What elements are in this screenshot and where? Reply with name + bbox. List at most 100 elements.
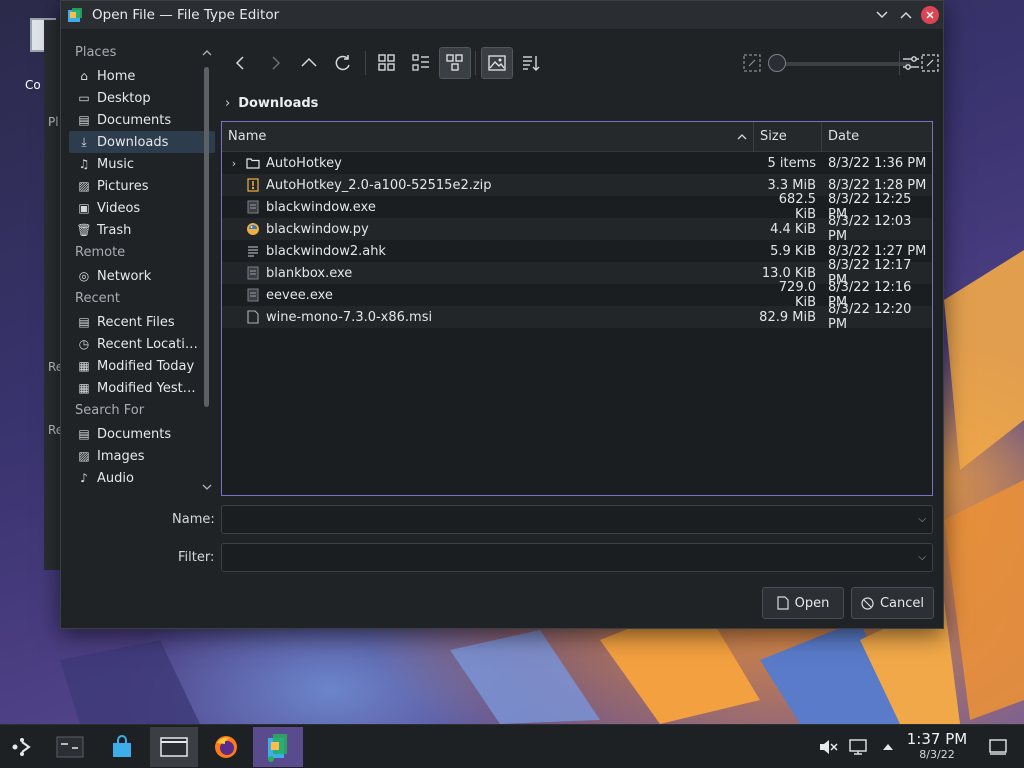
chevron-down-icon[interactable]: ⌵ xyxy=(918,552,926,563)
column-header-date[interactable]: Date xyxy=(822,122,932,152)
table-row[interactable]: › AutoHotkey 5 items 8/3/22 1:36 PM xyxy=(222,152,932,174)
file-size: 5.9 KiB xyxy=(770,243,816,259)
file-name-cell[interactable]: wine-mono-7.3.0-x86.msi xyxy=(222,310,754,325)
discover-taskbar-button[interactable] xyxy=(100,727,144,767)
zoom-slider-track[interactable] xyxy=(777,62,911,66)
maximize-button[interactable] xyxy=(897,6,915,24)
scrollbar-thumb[interactable] xyxy=(204,67,209,407)
file-name: wine-mono-7.3.0-x86.msi xyxy=(266,309,433,325)
sidebar-item-modified-yest[interactable]: ▦ Modified Yest… xyxy=(69,377,215,399)
file-manager-taskbar-button[interactable] xyxy=(150,727,198,767)
file-date: 8/3/22 12:03 PM xyxy=(828,214,912,244)
file-icon xyxy=(246,310,260,324)
file-date: 8/3/22 1:28 PM xyxy=(828,177,927,193)
chevron-up-icon xyxy=(883,744,893,750)
icons-view-button[interactable] xyxy=(371,47,403,79)
sidebar-item-trash[interactable]: 🗑 Trash xyxy=(69,219,215,241)
file-size: 682.5 KiB xyxy=(778,192,816,222)
sidebar-section-header: Recent xyxy=(75,291,120,306)
sidebar-item-label: Recent Files xyxy=(97,314,175,330)
sidebar-item-recent-locati[interactable]: ◷ Recent Locati… xyxy=(69,333,215,355)
file-date: 8/3/22 1:27 PM xyxy=(828,243,927,259)
sidebar-item-audio[interactable]: ♪ Audio xyxy=(69,467,215,489)
up-icon xyxy=(301,57,317,67)
filter-combo[interactable]: ⌵ xyxy=(221,543,933,572)
breadcrumb[interactable]: › Downloads xyxy=(225,94,318,112)
file-name-cell[interactable]: eevee.exe xyxy=(222,288,754,303)
archive-icon xyxy=(246,178,260,192)
up-button[interactable] xyxy=(293,47,325,79)
sidebar-item-videos[interactable]: ▣ Videos xyxy=(69,197,215,219)
chevron-down-icon[interactable]: ⌵ xyxy=(918,514,926,525)
sidebar-section-header: Places xyxy=(75,45,117,60)
forward-button[interactable] xyxy=(259,47,291,79)
sidebar-item-network[interactable]: ◎ Network xyxy=(69,265,215,287)
show-desktop-button[interactable] xyxy=(978,727,1018,767)
calendar-icon: ▦ xyxy=(78,381,90,395)
table-row[interactable]: wine-mono-7.3.0-x86.msi 82.9 MiB 8/3/22 … xyxy=(222,302,932,332)
sidebar-item-home[interactable]: ⌂ Home xyxy=(69,65,215,87)
file-size: 13.0 KiB xyxy=(761,265,816,281)
application-launcher[interactable] xyxy=(0,727,44,767)
preview-button[interactable] xyxy=(481,47,513,79)
column-date-label: Date xyxy=(828,129,860,144)
recent-files-icon: ▤ xyxy=(78,315,90,329)
title-bar[interactable]: Open File — File Type Editor xyxy=(61,1,943,30)
places-scrollbar[interactable] xyxy=(201,49,212,497)
digital-clock[interactable]: 1:37 PM 8/3/22 xyxy=(898,730,976,761)
file-type-editor-taskbar-button[interactable] xyxy=(253,727,303,767)
places-panel: Places ⌂ Home ▭ Desktop ▤ Documents ⤓ Downloads ♫… xyxy=(69,41,215,497)
name-label: Name: xyxy=(172,512,215,527)
file-name: blackwindow2.ahk xyxy=(266,243,386,259)
file-name: eevee.exe xyxy=(266,287,333,303)
taskbar: 1:37 PM 8/3/22 xyxy=(0,724,1024,768)
zoom-out-button[interactable] xyxy=(736,47,768,79)
sidebar-item-label: Music xyxy=(97,156,134,172)
clock-date: 8/3/22 xyxy=(919,748,955,761)
sidebar-section-header: Remote xyxy=(75,245,126,260)
options-button[interactable] xyxy=(895,47,927,79)
sidebar-item-pictures[interactable]: ▨ Pictures xyxy=(69,175,215,197)
breadcrumb-current[interactable]: Downloads xyxy=(238,96,318,111)
tree-view-icon xyxy=(446,54,463,71)
compact-view-button[interactable] xyxy=(405,47,437,79)
sidebar-item-modified-today[interactable]: ▦ Modified Today xyxy=(69,355,215,377)
zoom-slider-handle[interactable] xyxy=(768,54,786,72)
name-combo[interactable]: ⌵ xyxy=(221,505,933,534)
column-header-size[interactable]: Size xyxy=(754,122,822,152)
sidebar-item-images[interactable]: ▨ Images xyxy=(69,445,215,467)
videos-icon: ▣ xyxy=(78,201,90,215)
file-list[interactable]: Name Size Date › AutoHotkey 5 items 8/3/… xyxy=(221,121,933,496)
sidebar-item-recent-files[interactable]: ▤ Recent Files xyxy=(69,311,215,333)
close-button[interactable] xyxy=(921,6,939,24)
cancel-button-label: Cancel xyxy=(879,595,925,611)
sidebar-item-downloads[interactable]: ⤓ Downloads xyxy=(69,131,215,153)
sort-button[interactable] xyxy=(515,47,547,79)
music-icon: ♫ xyxy=(78,157,90,171)
sidebar-item-documents[interactable]: ▤ Documents xyxy=(69,423,215,445)
column-header-name[interactable]: Name xyxy=(222,122,754,152)
sidebar-item-music[interactable]: ♫ Music xyxy=(69,153,215,175)
details-view-button[interactable] xyxy=(439,47,471,79)
file-name-cell[interactable]: blackwindow.exe xyxy=(222,200,754,215)
firefox-taskbar-button[interactable] xyxy=(204,727,248,767)
volume-muted-icon xyxy=(820,740,838,754)
open-button[interactable]: Open xyxy=(762,587,844,619)
cancel-button[interactable]: Cancel xyxy=(851,587,934,619)
file-name-cell[interactable]: › AutoHotkey xyxy=(222,156,754,171)
file-name-cell[interactable]: AutoHotkey_2.0-a100-52515e2.zip xyxy=(222,178,754,193)
sidebar-item-documents[interactable]: ▤ Documents xyxy=(69,109,215,131)
downloads-icon: ⤓ xyxy=(81,134,87,149)
back-button[interactable] xyxy=(225,47,257,79)
expand-chevron-icon[interactable]: › xyxy=(226,157,242,170)
minimize-button[interactable] xyxy=(873,6,891,24)
sort-icon xyxy=(523,56,540,71)
table-row[interactable]: blackwindow.py 4.4 KiB 8/3/22 12:03 PM xyxy=(222,214,932,244)
file-name-cell[interactable]: blackwindow2.ahk xyxy=(222,244,754,259)
pager[interactable] xyxy=(48,727,92,767)
file-name-cell[interactable]: blackwindow.py xyxy=(222,222,754,237)
open-button-label: Open xyxy=(794,595,830,611)
reload-button[interactable] xyxy=(327,47,359,79)
file-name-cell[interactable]: blankbox.exe xyxy=(222,266,754,281)
sidebar-item-desktop[interactable]: ▭ Desktop xyxy=(69,87,215,109)
